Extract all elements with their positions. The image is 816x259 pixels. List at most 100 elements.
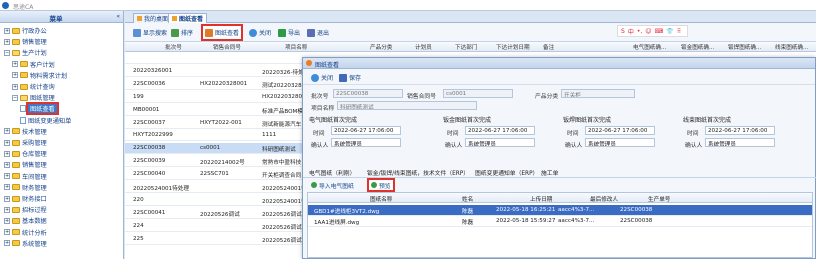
- sidebar-item[interactable]: − 生产计划: [4, 47, 47, 58]
- expand-toggle-icon[interactable]: +: [4, 240, 10, 247]
- sidebar-item[interactable]: + 物料需求计划: [12, 70, 67, 81]
- column-header[interactable]: 线束图纸确...: [775, 43, 808, 51]
- tab-sheet-metal[interactable]: 钣金/钣焊/线束图纸，技术文件（ERP）: [367, 168, 469, 177]
- tab-change-notice[interactable]: 图纸变更通知单（ERP）: [475, 168, 538, 177]
- sidebar-item[interactable]: + 系统管理: [4, 238, 47, 249]
- exit-button[interactable]: 退出: [305, 26, 331, 39]
- sidebar-item-label: 采购管理: [22, 140, 47, 147]
- folder-icon: [12, 229, 20, 236]
- preview-button[interactable]: 预览: [367, 178, 395, 192]
- save-icon: [339, 73, 347, 82]
- expand-toggle-icon[interactable]: +: [4, 206, 10, 213]
- export-button[interactable]: 导出: [276, 26, 302, 39]
- sidebar-item[interactable]: − 图纸管理: [12, 92, 55, 103]
- sidebar-item[interactable]: + 车间管理: [4, 171, 47, 182]
- view-drawing-button[interactable]: 图纸查看: [200, 24, 244, 41]
- sidebar-item[interactable]: + 统计查询: [12, 81, 55, 92]
- person-field[interactable]: 系统管理员: [705, 138, 775, 147]
- sidebar-item[interactable]: + 销售管理: [4, 159, 47, 170]
- tab-drawing-view[interactable]: 图纸查看: [168, 13, 208, 23]
- dialog-title-bar: 图纸查看: [303, 58, 815, 69]
- table-cell: MB00001: [133, 106, 160, 113]
- col-modifier[interactable]: 最后修改人: [590, 195, 618, 203]
- time-label: 时间: [567, 131, 579, 137]
- tab-work-order[interactable]: 施工单: [541, 168, 558, 177]
- table-cell: 20220326001: [133, 67, 173, 74]
- table-cell: 标准产品BOM模: [262, 108, 302, 115]
- column-header[interactable]: 销售合同号: [213, 43, 241, 51]
- column-header[interactable]: 批次号: [165, 43, 182, 51]
- expand-toggle-icon[interactable]: +: [4, 173, 10, 180]
- col-person[interactable]: 姓名: [462, 195, 473, 203]
- dialog-save-button[interactable]: 保存: [337, 71, 363, 84]
- column-header[interactable]: 计划员: [415, 43, 432, 51]
- column-header[interactable]: 备注: [543, 43, 554, 51]
- expand-toggle-icon[interactable]: +: [4, 27, 10, 34]
- contract-label: 销售合同号: [407, 94, 436, 100]
- show-search-button[interactable]: 显示搜索: [131, 26, 169, 39]
- expand-toggle-icon[interactable]: +: [12, 83, 18, 90]
- collapse-toggle-icon[interactable]: −: [4, 49, 10, 56]
- person-field[interactable]: 系统管理员: [465, 138, 535, 147]
- sidebar-item[interactable]: + 财务管理: [4, 182, 47, 193]
- sidebar-item[interactable]: + 招标过程: [4, 204, 47, 215]
- project-field: 科研图纸测试: [337, 101, 477, 110]
- sidebar-item[interactable]: 图纸查看: [20, 102, 59, 116]
- file-row[interactable]: 1AA1进线屏.dwg 陈磊 2022-05-18 15:59:27 aacc4%3-…: [308, 216, 812, 227]
- person-field[interactable]: 系统管理员: [585, 138, 655, 147]
- expand-toggle-icon[interactable]: +: [4, 195, 10, 202]
- tab-electrical[interactable]: 电气图纸（利刚）: [309, 168, 355, 177]
- collapse-icon[interactable]: «: [116, 13, 120, 20]
- sidebar-item[interactable]: + 客户计划: [12, 59, 55, 70]
- file-row[interactable]: GBD1#进线柜3VT2.dwg 陈磊 2022-05-18 16:25:21 aac…: [308, 205, 812, 216]
- collapse-toggle-icon[interactable]: −: [12, 94, 18, 101]
- sidebar-item[interactable]: + 技术管理: [4, 126, 47, 137]
- sidebar-item[interactable]: + 采购管理: [4, 137, 47, 148]
- col-order[interactable]: 生产单号: [648, 195, 670, 203]
- column-header[interactable]: 钣金图纸确...: [681, 43, 714, 51]
- sidebar-item[interactable]: + 基本数据: [4, 215, 47, 226]
- sidebar-item[interactable]: + 财务接口: [4, 193, 47, 204]
- expand-toggle-icon[interactable]: +: [4, 229, 10, 236]
- column-header[interactable]: 电气图纸确...: [633, 43, 666, 51]
- expand-toggle-icon[interactable]: +: [4, 150, 10, 157]
- expand-toggle-icon[interactable]: +: [12, 72, 18, 79]
- folder-icon: [12, 217, 20, 224]
- ime-toolbar[interactable]: S 中 •, ☺ ⌨ 👕 ⠿: [617, 25, 689, 37]
- sidebar-item[interactable]: 图纸变更通知单: [20, 115, 71, 126]
- column-header[interactable]: 项目名称: [285, 43, 307, 51]
- person-label: 确认人: [445, 143, 463, 149]
- tab-desktop[interactable]: 我的桌面: [133, 13, 173, 23]
- expand-toggle-icon[interactable]: +: [4, 184, 10, 191]
- column-header[interactable]: 钣焊图纸确...: [728, 43, 761, 51]
- dialog-close-button[interactable]: 关闭: [309, 71, 335, 84]
- col-drawing-name[interactable]: 图纸名称: [370, 195, 392, 203]
- import-button[interactable]: 导入电气图纸: [309, 180, 356, 190]
- sidebar-item[interactable]: + 销售管理: [4, 36, 47, 47]
- col-upload-date[interactable]: 上传日期: [530, 195, 552, 203]
- sidebar-item[interactable]: + 统计分析: [4, 227, 47, 238]
- column-header[interactable]: 产品分类: [370, 43, 392, 51]
- time-field[interactable]: 2022-06-27 17:06:00: [585, 126, 655, 135]
- sidebar-item[interactable]: + 仓库管理: [4, 148, 47, 159]
- column-header[interactable]: 下达部门: [455, 43, 477, 51]
- expand-toggle-icon[interactable]: +: [4, 139, 10, 146]
- time-field[interactable]: 2022-06-27 17:06:00: [331, 126, 401, 135]
- close-button[interactable]: 关闭: [247, 26, 273, 39]
- time-field[interactable]: 2022-06-27 17:06:00: [465, 126, 535, 135]
- file-cell: aacc4%3-7...: [558, 207, 595, 213]
- person-field[interactable]: 系统管理员: [331, 138, 401, 147]
- table-cell: HXYT2022-001: [200, 119, 242, 126]
- person-label: 确认人: [685, 143, 703, 149]
- expand-toggle-icon[interactable]: +: [4, 217, 10, 224]
- folder-icon: [12, 139, 20, 146]
- expand-toggle-icon[interactable]: +: [4, 38, 10, 45]
- expand-toggle-icon[interactable]: +: [4, 128, 10, 135]
- column-header[interactable]: 下达计划日期: [496, 43, 530, 51]
- sidebar-item[interactable]: + 行政办公: [4, 25, 47, 36]
- time-field[interactable]: 2022-06-27 17:06:00: [705, 126, 775, 135]
- sidebar: 菜单 « + 行政办公 + 销售管理 − 生产计划 + 客户计划 + 物料需求计划 + 统计查询 − 图纸…: [0, 11, 124, 259]
- expand-toggle-icon[interactable]: +: [4, 161, 10, 168]
- expand-toggle-icon[interactable]: +: [12, 61, 18, 68]
- sort-button[interactable]: 排序: [169, 26, 195, 39]
